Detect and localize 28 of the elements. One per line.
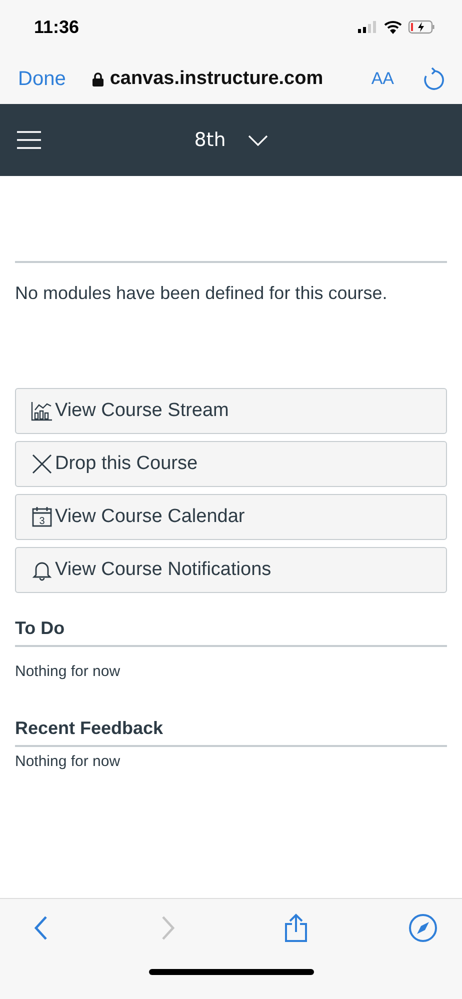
lock-icon: [92, 72, 104, 86]
battery-icon: [408, 20, 436, 34]
text-size-button[interactable]: AA: [371, 69, 394, 89]
compass-icon: [408, 913, 438, 943]
compass-button[interactable]: [408, 913, 438, 943]
course-action-button[interactable]: View Course Stream: [15, 388, 447, 434]
course-action-button[interactable]: View Course Notifications: [15, 547, 447, 593]
course-action-button[interactable]: Drop this Course: [15, 441, 447, 487]
close-icon: [31, 453, 53, 475]
course-selector[interactable]: 8th: [194, 129, 268, 151]
course-action-button[interactable]: 3 View Course Calendar: [15, 494, 447, 540]
url-text: canvas.instructure.com: [110, 68, 324, 90]
empty-message: Nothing for now: [15, 753, 122, 770]
share-icon: [282, 913, 309, 943]
section-heading: To Do: [15, 618, 66, 639]
modules-message: No modules have been defined for this course.: [15, 283, 388, 304]
url-field[interactable]: canvas.instructure.com: [92, 68, 362, 90]
signal-icon: [358, 21, 378, 33]
chart-icon: [31, 401, 53, 421]
done-button[interactable]: Done: [18, 68, 66, 90]
calendar-icon: 3: [31, 506, 53, 528]
back-icon: [34, 915, 48, 941]
empty-message: Nothing for now: [15, 663, 122, 680]
wifi-icon: [384, 20, 402, 34]
status-time: 11:36: [34, 16, 80, 38]
section-heading: Recent Feedback: [15, 718, 164, 739]
chevron-icon: [248, 134, 268, 146]
forward-icon: [161, 915, 176, 941]
